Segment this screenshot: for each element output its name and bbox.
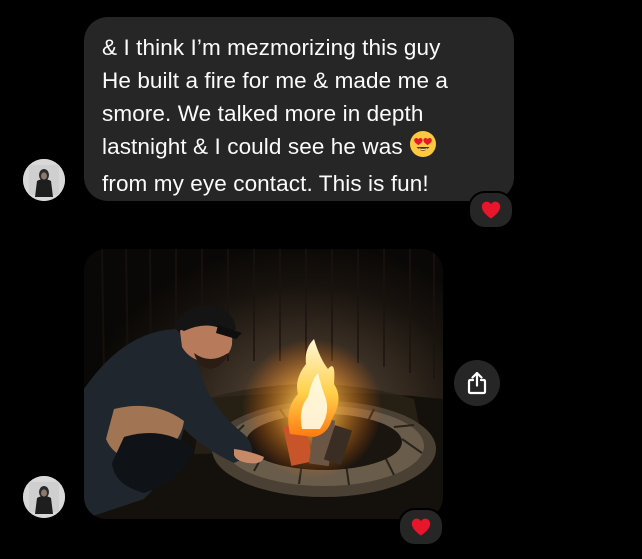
share-button[interactable] — [454, 360, 500, 406]
message-line: & I think I’m mezmorizing this guy — [102, 35, 441, 60]
red-heart-icon — [481, 201, 501, 219]
avatar-portrait-icon — [23, 159, 65, 201]
sender-avatar[interactable] — [23, 476, 65, 518]
share-icon — [467, 371, 487, 395]
avatar-portrait-icon — [23, 476, 65, 518]
message-line: lastnight & I could see he was — [102, 130, 496, 167]
heart-reaction[interactable] — [398, 508, 444, 546]
sender-avatar[interactable] — [23, 159, 65, 201]
campfire-photo — [84, 249, 443, 519]
red-heart-icon — [411, 518, 431, 536]
heart-eyes-emoji-icon — [409, 130, 437, 167]
message-bubble[interactable]: & I think I’m mezmorizing this guy He bu… — [84, 17, 514, 201]
photo-message[interactable] — [84, 249, 443, 519]
heart-reaction[interactable] — [468, 191, 514, 229]
message-line: smore. We talked more in depth — [102, 101, 424, 126]
message-line-text: lastnight & I could see he was — [102, 134, 403, 159]
message-line: He built a fire for me & made me a — [102, 68, 449, 93]
message-line: from my eye contact. This is fun! — [102, 171, 429, 196]
